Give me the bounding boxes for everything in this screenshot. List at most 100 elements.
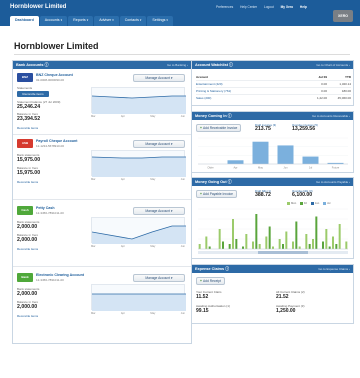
info-icon: ⓘ (229, 63, 233, 67)
statement-balance-value: 15,975.00 (17, 157, 41, 163)
payables-chart-svg (198, 208, 348, 254)
main-nav: Dashboard Accounts▾ Reports▾ Adviser▾ Co… (10, 16, 174, 26)
go-to-banking-link[interactable]: Go to Banking › (167, 63, 188, 67)
reconcile-items-link[interactable]: Reconcile items (17, 314, 38, 318)
info-icon: ⓘ (44, 63, 49, 67)
account-balance-chart (91, 87, 186, 114)
org-brand[interactable]: Hornblower Limited (10, 4, 66, 10)
chart-area (92, 96, 186, 114)
help-menu[interactable]: Help (300, 5, 307, 9)
account-name[interactable]: Electronic Clearing Account (36, 273, 84, 277)
plus-icon: + (200, 279, 202, 283)
table-row[interactable]: Sales (200) 1,22.00 45,060.00 (196, 96, 351, 102)
go-to-expense-claims-link[interactable]: Go to Expense Claims › (318, 267, 350, 271)
manage-account-button[interactable]: Manage Account ▾ (133, 140, 185, 148)
tick-label: Jun (283, 166, 288, 170)
chart-months: Mar Apr May Jun (91, 245, 185, 248)
account-link[interactable]: Printing & Stationery (761) (196, 89, 231, 93)
month-label: May (150, 115, 156, 118)
chart-bar (315, 216, 318, 249)
chart-legend: Mon Fri Jun Jul (284, 202, 330, 205)
go-to-payables-link[interactable]: Go to Accounts Payable › (316, 180, 350, 184)
account-balance-chart (91, 150, 186, 177)
month-label: Mar (91, 178, 96, 181)
logout-link[interactable]: Logout (264, 5, 274, 9)
chart-bar (268, 226, 271, 249)
preferences-link[interactable]: Preferences (216, 5, 233, 9)
your-current-claim-value: 11.52 (196, 294, 209, 300)
info-icon: ⓘ (225, 267, 229, 271)
chart-bar (298, 246, 301, 249)
panel-title: Money Coming In (195, 114, 227, 118)
chart-bar (252, 241, 254, 249)
reconcile-items-link[interactable]: Reconcile items (17, 247, 38, 251)
tab-reports[interactable]: Reports▾ (68, 16, 94, 26)
column-header: YTD (345, 75, 351, 79)
add-receivable-invoice-button[interactable]: +Add Receivable Invoice (196, 124, 242, 132)
account-name[interactable]: Petty Cash (36, 206, 55, 210)
bank-accounts-panel: Bank Accounts ⓘ Go to Banking › BNZ BNZ … (12, 60, 192, 344)
divider (196, 80, 351, 81)
divider (196, 87, 351, 88)
all-current-claims-value: 21.52 (276, 294, 289, 300)
chart-bar (308, 244, 311, 249)
reconcile-items-link[interactable]: Reconcile items (17, 126, 38, 130)
chart-bar (227, 160, 244, 164)
bank-account-clearing: Bank Electronic Clearing Account 12-3456… (13, 270, 191, 340)
ytd-value: 45,060.00 (337, 96, 351, 100)
chart-bar (245, 234, 248, 249)
account-number: 12-3456-7891011-00 (36, 278, 64, 282)
chart-bar (277, 145, 294, 164)
help-center-link[interactable]: Help Center (240, 5, 257, 9)
statement-link[interactable]: Statements (17, 86, 32, 90)
add-payable-invoice-button[interactable]: +Add Payable Invoice (196, 190, 237, 198)
month-label: Apr (120, 178, 125, 181)
chart-bar (258, 244, 261, 249)
chart-bar (325, 229, 328, 249)
account-link[interactable]: Sales (200) (196, 96, 211, 100)
month-label: Jun (180, 115, 185, 118)
awaiting-authorisation-value: 99.15 (196, 308, 209, 314)
account-name[interactable]: Payroll Cheque Account (36, 139, 77, 143)
bank-account-payroll: ASB Payroll Cheque Account 12-1234-56789… (13, 136, 191, 206)
chart-bar (302, 156, 319, 164)
payables-chart (198, 207, 348, 255)
chart-bar (218, 229, 221, 249)
chart-bar (272, 246, 274, 249)
tab-contacts[interactable]: Contacts▾ (119, 16, 147, 26)
panel-header: Money Coming In ⓘ Go to Accounts Receiva… (192, 112, 353, 120)
my-xero-menu[interactable]: My Xero (281, 5, 293, 9)
column-header: Jul 09 (318, 75, 327, 79)
reconcile-button[interactable]: Reconcile items (17, 91, 49, 97)
panel-title: Bank Accounts (16, 63, 44, 67)
chart-bar (222, 241, 224, 249)
month-label: May (150, 312, 156, 315)
divider (13, 199, 191, 200)
tick-label: May (258, 166, 264, 170)
chart-bar (198, 244, 201, 249)
tab-accounts[interactable]: Accounts▾ (39, 16, 68, 26)
chevron-down-icon: ▾ (86, 18, 89, 22)
reconcile-items-link[interactable]: Reconcile items (17, 180, 38, 184)
account-name[interactable]: BNZ Cheque Account (36, 73, 73, 77)
tab-dashboard[interactable]: Dashboard (10, 16, 39, 26)
tick-label: Older (207, 166, 213, 170)
scrollbar-thumb[interactable] (258, 251, 308, 254)
chart-bar (208, 246, 211, 249)
month-label: Mar (91, 115, 96, 118)
account-link[interactable]: Entertainment (420) (196, 82, 223, 86)
tab-adviser[interactable]: Adviser▾ (94, 16, 119, 26)
tab-settings[interactable]: Settings▾ (147, 16, 173, 26)
month-label: May (150, 178, 156, 181)
manage-account-button[interactable]: Manage Account ▾ (133, 74, 185, 82)
chart-area (92, 294, 186, 311)
tick-label: Apr (233, 166, 237, 170)
add-receipt-button[interactable]: +Add Receipt (196, 277, 225, 285)
chart-bar (205, 236, 208, 249)
manage-account-button[interactable]: Manage Account ▾ (133, 207, 185, 215)
column-header: Account (196, 75, 208, 79)
manage-account-button[interactable]: Manage Account ▾ (133, 274, 185, 282)
go-to-receivables-link[interactable]: Go to Accounts Receivable › (312, 114, 350, 118)
money-coming-in-panel: Money Coming In ⓘ Go to Accounts Receiva… (191, 111, 354, 173)
go-to-chart-of-accounts-link[interactable]: Go to Chart of Accounts › (316, 63, 350, 67)
